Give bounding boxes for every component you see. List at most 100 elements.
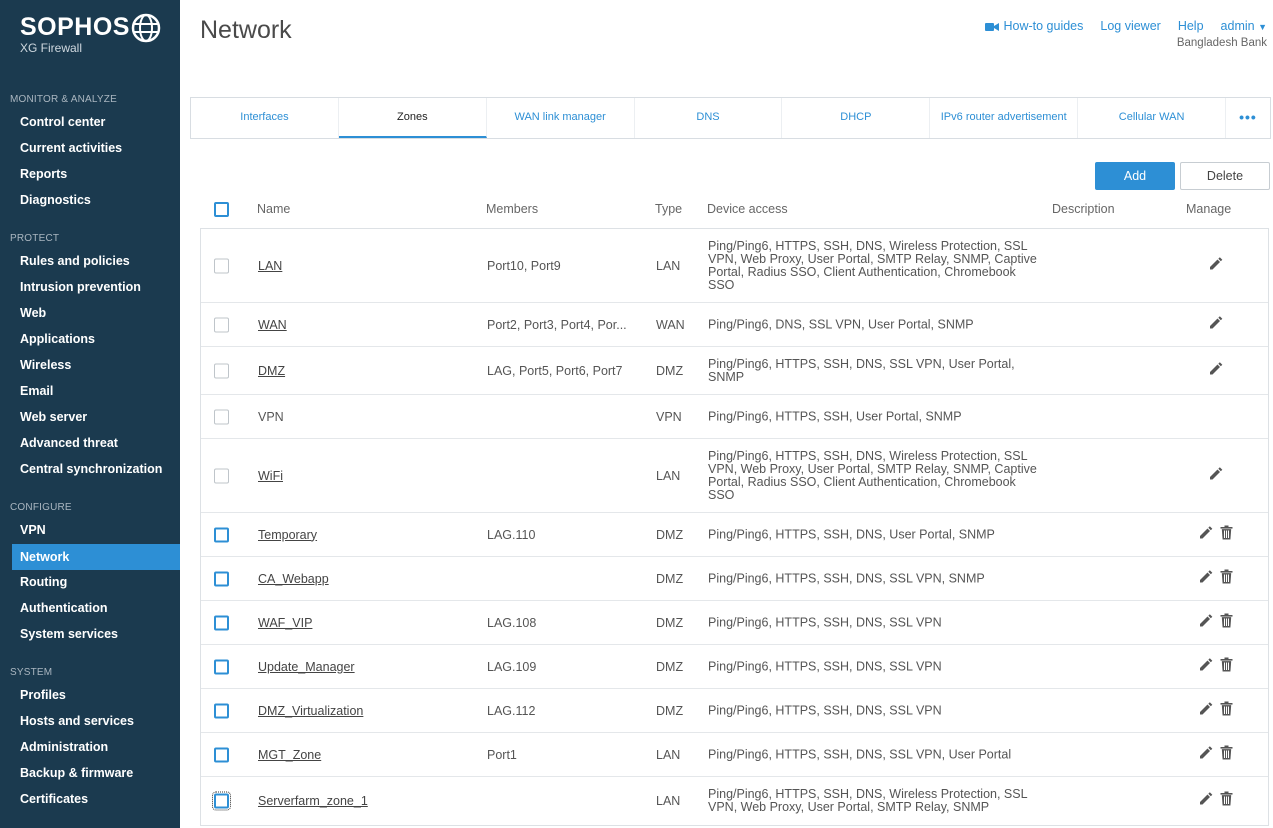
delete-icon[interactable]: [1220, 701, 1233, 720]
tab-cellular-wan[interactable]: Cellular WAN: [1078, 98, 1227, 138]
zone-members: Port1: [487, 747, 517, 762]
zone-name[interactable]: DMZ_Virtualization: [258, 704, 363, 718]
sidebar-item-backup-firmware[interactable]: Backup & firmware: [0, 760, 180, 786]
sidebar-item-administration[interactable]: Administration: [0, 734, 180, 760]
howto-link[interactable]: How-to guides: [985, 19, 1083, 33]
table-row: CA_Webapp DMZ Ping/Ping6, HTTPS, SSH, DNS,…: [201, 557, 1268, 601]
zone-type: LAN: [656, 258, 681, 273]
tab-bar: Interfaces Zones WAN link manager DNS DH…: [190, 97, 1271, 139]
zone-device-access: Ping/Ping6, HTTPS, SSH, DNS, User Portal…: [708, 527, 995, 541]
zone-type: LAN: [656, 747, 681, 762]
column-header-type: Type: [655, 202, 683, 216]
column-header-manage: Manage: [1186, 202, 1232, 216]
sidebar-item-web-server[interactable]: Web server: [0, 404, 180, 430]
row-checkbox[interactable]: [214, 747, 229, 762]
zone-type: VPN: [656, 409, 682, 424]
sidebar-item-routing[interactable]: Routing: [0, 569, 180, 595]
zone-name[interactable]: Serverfarm_zone_1: [258, 794, 368, 808]
delete-icon[interactable]: [1220, 657, 1233, 676]
zone-name[interactable]: LAN: [258, 259, 282, 273]
user-menu[interactable]: admin ▼: [1221, 19, 1267, 33]
zone-members: LAG.108: [487, 615, 537, 630]
zone-name[interactable]: Temporary: [258, 528, 317, 542]
zone-members: LAG.110: [487, 527, 536, 542]
edit-icon[interactable]: [1209, 315, 1223, 334]
zone-device-access: Ping/Ping6, HTTPS, SSH, User Portal, SNM…: [708, 409, 962, 423]
tab-dns[interactable]: DNS: [635, 98, 783, 138]
edit-icon[interactable]: [1209, 256, 1223, 275]
delete-button[interactable]: Delete: [1180, 162, 1270, 190]
sidebar-item-applications[interactable]: Applications: [0, 326, 180, 352]
zone-device-access: Ping/Ping6, HTTPS, SSH, DNS, SSL VPN, SN…: [708, 571, 985, 585]
row-checkbox[interactable]: [214, 571, 229, 586]
more-tabs-icon[interactable]: •••: [1226, 98, 1270, 138]
column-header-name[interactable]: Name: [257, 202, 290, 216]
add-button[interactable]: Add: [1095, 162, 1175, 190]
sidebar-item-control-center[interactable]: Control center: [0, 109, 180, 135]
table-row: WAF_VIP LAG.108 DMZ Ping/Ping6, HTTPS, SSH,…: [201, 601, 1268, 645]
row-checkbox: [214, 317, 229, 332]
sidebar-item-reports[interactable]: Reports: [0, 161, 180, 187]
tab-zones[interactable]: Zones: [338, 98, 487, 138]
delete-icon[interactable]: [1220, 525, 1233, 544]
table-row: DMZ LAG, Port5, Port6, Port7 DMZ Ping/Ping6…: [201, 347, 1268, 395]
delete-icon[interactable]: [1220, 791, 1233, 811]
tab-interfaces[interactable]: Interfaces: [191, 98, 339, 138]
edit-icon[interactable]: [1209, 361, 1223, 380]
row-checkbox[interactable]: [214, 527, 229, 542]
zone-name[interactable]: WiFi: [258, 469, 283, 483]
sidebar-item-central-synchronization[interactable]: Central synchronization: [0, 456, 180, 482]
sidebar-item-authentication[interactable]: Authentication: [0, 595, 180, 621]
sidebar-item-advanced-threat[interactable]: Advanced threat: [0, 430, 180, 456]
sidebar-item-system-services[interactable]: System services: [0, 621, 180, 647]
zone-name[interactable]: WAN: [258, 318, 287, 332]
edit-icon[interactable]: [1199, 792, 1213, 811]
edit-icon[interactable]: [1199, 525, 1213, 544]
zone-name[interactable]: DMZ: [258, 364, 285, 378]
row-checkbox[interactable]: [214, 703, 229, 718]
sidebar-item-wireless[interactable]: Wireless: [0, 352, 180, 378]
brand-product: XG Firewall: [20, 41, 83, 55]
zone-device-access: Ping/Ping6, HTTPS, SSH, DNS, SSL VPN: [708, 659, 942, 673]
row-checkbox: [214, 363, 229, 378]
sidebar-item-profiles[interactable]: Profiles: [0, 682, 180, 708]
zone-device-access: Ping/Ping6, HTTPS, SSH, DNS, SSL VPN, Us…: [708, 747, 1012, 761]
zone-type: DMZ: [656, 527, 684, 542]
edit-icon[interactable]: [1199, 569, 1213, 588]
tab-dhcp[interactable]: DHCP: [782, 98, 931, 138]
sidebar-item-hosts-and-services[interactable]: Hosts and services: [0, 708, 180, 734]
tab-ipv6-router-advertisement[interactable]: IPv6 router advertisement: [930, 98, 1079, 138]
delete-icon[interactable]: [1220, 613, 1233, 632]
sidebar-item-vpn[interactable]: VPN: [0, 517, 180, 543]
select-all-checkbox[interactable]: [214, 202, 229, 217]
table-row: WAN Port2, Port3, Port4, Por... WAN Ping/Pi…: [201, 303, 1268, 347]
row-checkbox[interactable]: [214, 615, 229, 630]
tab-wan-link-manager[interactable]: WAN link manager: [487, 98, 635, 138]
zone-name[interactable]: Update_Manager: [258, 660, 355, 674]
row-checkbox: [214, 409, 229, 424]
edit-icon[interactable]: [1199, 657, 1213, 676]
help-link[interactable]: Help: [1178, 19, 1204, 33]
row-checkbox[interactable]: [214, 659, 229, 674]
log-viewer-link[interactable]: Log viewer: [1100, 19, 1160, 33]
edit-icon[interactable]: [1199, 745, 1213, 764]
sidebar-item-intrusion-prevention[interactable]: Intrusion prevention: [0, 274, 180, 300]
row-checkbox[interactable]: [212, 791, 231, 811]
sidebar-item-web[interactable]: Web: [0, 300, 180, 326]
sidebar-item-current-activities[interactable]: Current activities: [0, 135, 180, 161]
sidebar-item-rules-and-policies[interactable]: Rules and policies: [0, 248, 180, 274]
edit-icon[interactable]: [1199, 701, 1213, 720]
delete-icon[interactable]: [1220, 745, 1233, 764]
sidebar-item-email[interactable]: Email: [0, 378, 180, 404]
sidebar-item-certificates[interactable]: Certificates: [0, 786, 180, 812]
zone-name[interactable]: CA_Webapp: [258, 572, 329, 586]
edit-icon[interactable]: [1199, 613, 1213, 632]
column-header-description: Description: [1052, 202, 1115, 216]
zone-name[interactable]: WAF_VIP: [258, 616, 312, 630]
zone-name[interactable]: MGT_Zone: [258, 748, 321, 762]
zone-members: Port2, Port3, Port4, Por...: [487, 317, 627, 332]
edit-icon[interactable]: [1209, 466, 1223, 485]
sidebar-item-network[interactable]: Network: [12, 544, 180, 570]
delete-icon[interactable]: [1220, 569, 1233, 588]
sidebar-item-diagnostics[interactable]: Diagnostics: [0, 187, 180, 213]
